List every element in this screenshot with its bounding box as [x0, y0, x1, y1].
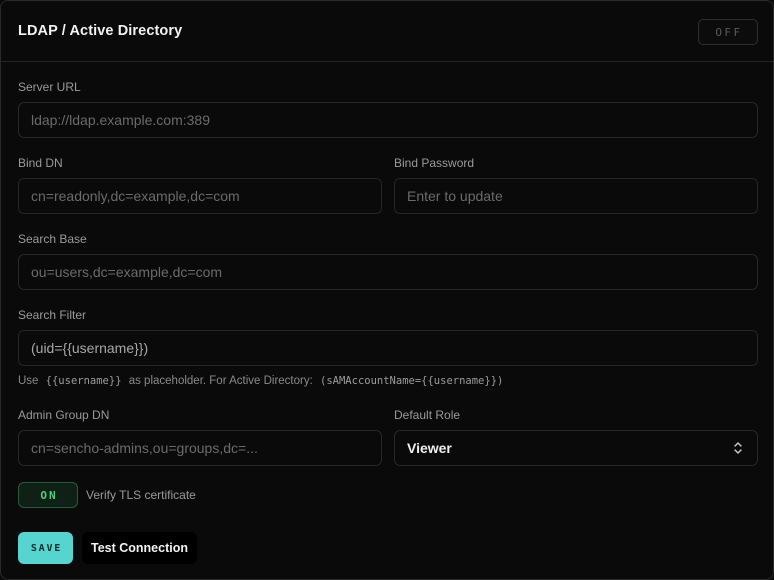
verify-tls-toggle[interactable]: ON — [18, 482, 78, 508]
default-role-value: Viewer — [407, 440, 452, 456]
default-role-select[interactable]: Viewer — [394, 430, 758, 466]
chevron-up-down-icon — [734, 442, 742, 454]
bind-dn-input[interactable]: cn=readonly,dc=example,dc=com — [18, 178, 382, 214]
admin-group-dn-input[interactable]: cn=sencho-admins,ou=groups,dc=... — [18, 430, 382, 466]
search-filter-input[interactable]: (uid={{username}}) — [18, 330, 758, 366]
server-url-input[interactable]: ldap://ldap.example.com:389 — [18, 102, 758, 138]
card-title: LDAP / Active Directory — [18, 23, 183, 39]
search-filter-help: Use {{username}} as placeholder. For Act… — [18, 375, 507, 387]
help-prefix: Use — [18, 375, 39, 387]
search-base-input[interactable]: ou=users,dc=example,dc=com — [18, 254, 758, 290]
ldap-enabled-toggle[interactable]: OFF — [698, 19, 758, 45]
bind-dn-label: Bind DN — [18, 156, 63, 170]
search-filter-label: Search Filter — [18, 308, 87, 322]
bind-password-label: Bind Password — [394, 156, 475, 170]
help-code-username: {{username}} — [45, 375, 122, 387]
card-header: LDAP / Active Directory OFF — [1, 1, 773, 62]
test-connection-button[interactable]: Test Connection — [82, 532, 197, 564]
verify-tls-label: Verify TLS certificate — [86, 488, 196, 502]
search-base-label: Search Base — [18, 232, 87, 246]
admin-group-dn-label: Admin Group DN — [18, 408, 110, 422]
default-role-label: Default Role — [394, 408, 461, 422]
save-button[interactable]: SAVE — [18, 532, 73, 564]
server-url-label: Server URL — [18, 80, 81, 94]
help-middle: as placeholder. For Active Directory: — [128, 375, 313, 387]
ldap-settings-card: LDAP / Active Directory OFF Server URL l… — [0, 0, 774, 580]
bind-password-input[interactable]: Enter to update — [394, 178, 758, 214]
help-code-ad: (sAMAccountName={{username}}) — [320, 375, 504, 387]
